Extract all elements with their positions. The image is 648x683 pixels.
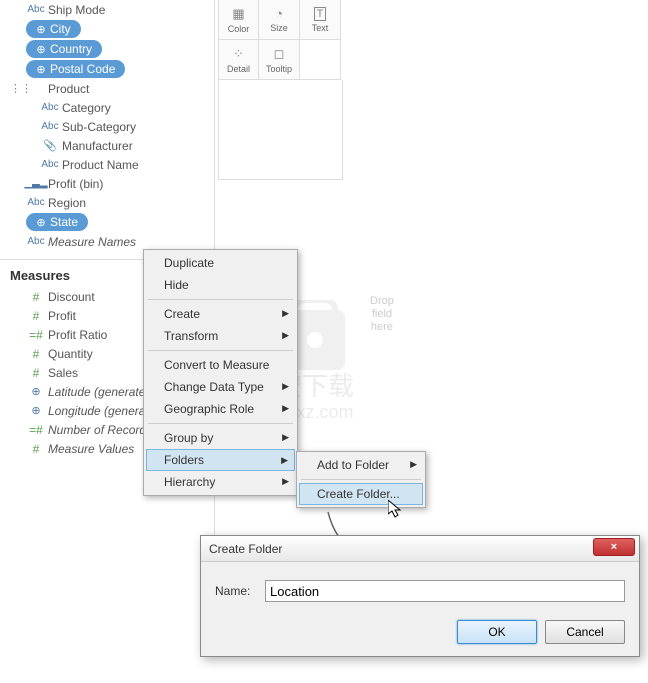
text-icon: T	[314, 7, 327, 21]
separator	[148, 299, 293, 300]
globe-icon: ⊕	[32, 216, 50, 229]
chevron-right-icon: ▶	[282, 403, 289, 414]
name-label: Name:	[215, 584, 265, 598]
ctx-create[interactable]: Create▶	[146, 303, 295, 325]
ctx-hide[interactable]: Hide	[146, 274, 295, 296]
number-icon: #	[26, 309, 46, 323]
globe-icon: ⊕	[32, 23, 50, 36]
field-manufacturer[interactable]: 📎 Manufacturer	[0, 136, 214, 155]
ctx-duplicate[interactable]: Duplicate	[146, 252, 295, 274]
number-icon: #	[26, 366, 46, 380]
dialog-titlebar[interactable]: Create Folder ×	[201, 536, 639, 562]
chevron-right-icon: ▶	[282, 330, 289, 341]
name-input[interactable]	[265, 580, 625, 602]
field-region[interactable]: Abc Region	[0, 193, 214, 212]
globe-icon: ⊕	[32, 43, 50, 56]
field-country[interactable]: ⊕Country	[0, 39, 214, 59]
size-icon: ◔	[275, 6, 283, 21]
field-label: Ship Mode	[46, 3, 105, 17]
color-icon: ▦	[232, 6, 244, 22]
hierarchy-product[interactable]: ⋮⋮ Product	[0, 79, 214, 98]
chevron-right-icon: ▶	[282, 476, 289, 487]
globe-icon: ⊕	[26, 404, 46, 417]
detail-icon: ⁘	[233, 46, 244, 62]
separator	[301, 479, 421, 480]
marks-detail[interactable]: ⁘Detail	[218, 40, 259, 80]
context-menu: Duplicate Hide Create▶ Transform▶ Conver…	[143, 249, 298, 496]
ok-button[interactable]: OK	[457, 620, 537, 644]
marks-text[interactable]: TText	[300, 0, 341, 40]
field-state[interactable]: ⊕State	[0, 212, 214, 232]
abc-icon: Abc	[26, 197, 46, 208]
field-product-name[interactable]: Abc Product Name	[0, 155, 214, 174]
field-city[interactable]: ⊕City	[0, 19, 214, 39]
marks-card: ▦Color ◔Size TText ⁘Detail ◻Tooltip	[218, 0, 343, 180]
abc-icon: Abc	[26, 236, 46, 247]
marks-size[interactable]: ◔Size	[259, 0, 300, 40]
ctx-folders[interactable]: Folders▶	[146, 449, 295, 471]
chevron-right-icon: ▶	[410, 459, 417, 470]
close-icon: ×	[611, 541, 617, 553]
clip-icon: 📎	[40, 139, 60, 152]
create-folder-dialog: Create Folder × Name: OK Cancel	[200, 535, 640, 657]
globe-icon: ⊕	[32, 63, 50, 76]
marks-drop-area[interactable]	[218, 80, 343, 180]
abc-icon: Abc	[26, 4, 46, 15]
field-label: Product	[46, 82, 89, 96]
chevron-right-icon: ▶	[282, 432, 289, 443]
hierarchy-icon: ⋮⋮	[10, 82, 24, 95]
ctx-convert-to-measure[interactable]: Convert to Measure	[146, 354, 295, 376]
field-category[interactable]: Abc Category	[0, 98, 214, 117]
field-profit-bin[interactable]: ▁▃▂ Profit (bin)	[0, 174, 214, 193]
field-ship-mode[interactable]: Abc Ship Mode	[0, 0, 214, 19]
field-postal-code[interactable]: ⊕Postal Code	[0, 59, 214, 79]
number-icon: =#	[26, 328, 46, 342]
marks-tooltip[interactable]: ◻Tooltip	[259, 40, 300, 80]
drop-field-here[interactable]: Drop field here	[370, 295, 394, 334]
ctx-change-data-type[interactable]: Change Data Type▶	[146, 376, 295, 398]
number-icon: =#	[26, 423, 46, 437]
chevron-right-icon: ▶	[281, 455, 288, 466]
separator	[148, 350, 293, 351]
ctx-create-folder[interactable]: Create Folder...	[299, 483, 423, 505]
chevron-right-icon: ▶	[282, 381, 289, 392]
globe-icon: ⊕	[26, 385, 46, 398]
number-icon: #	[26, 347, 46, 361]
folders-submenu: Add to Folder▶ Create Folder...	[296, 451, 426, 508]
chevron-right-icon: ▶	[282, 308, 289, 319]
field-sub-category[interactable]: Abc Sub-Category	[0, 117, 214, 136]
abc-icon: Abc	[40, 159, 60, 170]
histogram-icon: ▁▃▂	[26, 178, 46, 189]
dialog-title: Create Folder	[209, 542, 282, 556]
ctx-hierarchy[interactable]: Hierarchy▶	[146, 471, 295, 493]
marks-empty	[300, 40, 341, 80]
abc-icon: Abc	[40, 102, 60, 113]
abc-icon: Abc	[40, 121, 60, 132]
cancel-button[interactable]: Cancel	[545, 620, 625, 644]
ctx-group-by[interactable]: Group by▶	[146, 427, 295, 449]
ctx-add-to-folder[interactable]: Add to Folder▶	[299, 454, 423, 476]
number-icon: #	[26, 442, 46, 456]
close-button[interactable]: ×	[593, 538, 635, 556]
ctx-transform[interactable]: Transform▶	[146, 325, 295, 347]
marks-color[interactable]: ▦Color	[218, 0, 259, 40]
number-icon: #	[26, 290, 46, 304]
tooltip-icon: ◻	[274, 46, 285, 62]
ctx-geographic-role[interactable]: Geographic Role▶	[146, 398, 295, 420]
separator	[148, 423, 293, 424]
